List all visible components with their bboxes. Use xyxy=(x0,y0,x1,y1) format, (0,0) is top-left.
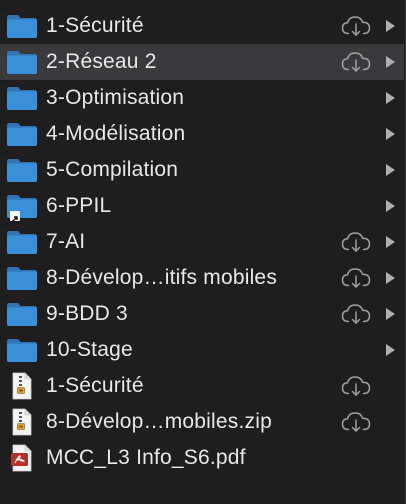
item-label: 6-PPIL xyxy=(46,194,112,217)
folder-icon xyxy=(6,265,38,291)
chevron-right-icon xyxy=(384,55,396,69)
pdf-document-icon xyxy=(6,444,38,472)
cloud-download-icon[interactable] xyxy=(340,302,372,326)
folder-icon xyxy=(6,229,38,255)
chevron-right-icon xyxy=(384,91,396,105)
chevron-right-icon xyxy=(384,163,396,177)
folder-row[interactable]: 5-Compilation xyxy=(0,152,404,188)
item-label: 1-Sécurité xyxy=(46,14,144,37)
chevron-right-icon xyxy=(384,19,396,33)
item-label: 8-Dévelop…itifs mobiles xyxy=(46,266,278,289)
item-label: 2-Réseau 2 xyxy=(46,50,157,73)
item-label: MCC_L3 Info_S6.pdf xyxy=(46,446,246,469)
folder-row[interactable]: 8-Dévelop…itifs mobiles xyxy=(0,260,404,296)
folder-row[interactable]: 3-Optimisation xyxy=(0,80,404,116)
file-row[interactable]: 8-Dévelop…mobiles.zip xyxy=(0,404,404,440)
folder-icon xyxy=(6,121,38,147)
folder-row[interactable]: 1-Sécurité xyxy=(0,8,404,44)
file-row[interactable]: MCC_L3 Info_S6.pdf xyxy=(0,440,404,476)
alias-arrow-icon xyxy=(10,211,20,223)
item-label: 7-AI xyxy=(46,230,86,253)
folder-row[interactable]: 4-Modélisation xyxy=(0,116,404,152)
folder-row[interactable]: 10-Stage xyxy=(0,332,404,368)
cloud-download-icon[interactable] xyxy=(340,374,372,398)
item-label: 1-Sécurité xyxy=(46,374,144,397)
folder-row[interactable]: 2-Réseau 2 xyxy=(0,44,404,80)
item-label: 9-BDD 3 xyxy=(46,302,128,325)
folder-row[interactable]: 7-AI xyxy=(0,224,404,260)
folder-icon xyxy=(6,13,38,39)
chevron-right-icon xyxy=(384,307,396,321)
cloud-download-icon[interactable] xyxy=(340,50,372,74)
file-list: 1-Sécurité 2-Réseau 2 3-Optimisation 4-M… xyxy=(0,8,404,476)
chevron-right-icon xyxy=(384,343,396,357)
cloud-download-icon[interactable] xyxy=(340,14,372,38)
file-row[interactable]: 1-Sécurité xyxy=(0,368,404,404)
item-label: 8-Dévelop…mobiles.zip xyxy=(46,410,272,433)
cloud-download-icon[interactable] xyxy=(340,266,372,290)
finder-column: 1-Sécurité 2-Réseau 2 3-Optimisation 4-M… xyxy=(0,0,406,504)
chevron-right-icon xyxy=(384,271,396,285)
zip-archive-icon xyxy=(6,408,38,436)
folder-icon xyxy=(6,157,38,183)
folder-icon xyxy=(6,85,38,111)
folder-row[interactable]: 9-BDD 3 xyxy=(0,296,404,332)
item-label: 5-Compilation xyxy=(46,158,179,181)
item-label: 3-Optimisation xyxy=(46,86,185,109)
zip-archive-icon xyxy=(6,372,38,400)
cloud-download-icon[interactable] xyxy=(340,230,372,254)
folder-icon xyxy=(6,49,38,75)
folder-icon xyxy=(6,301,38,327)
folder-icon xyxy=(6,337,38,363)
folder-alias-icon xyxy=(6,193,38,223)
cloud-download-icon[interactable] xyxy=(340,410,372,434)
item-label: 4-Modélisation xyxy=(46,122,186,145)
chevron-right-icon xyxy=(384,235,396,249)
item-label: 10-Stage xyxy=(46,338,133,361)
chevron-right-icon xyxy=(384,127,396,141)
folder-row[interactable]: 6-PPIL xyxy=(0,188,404,224)
chevron-right-icon xyxy=(384,199,396,213)
